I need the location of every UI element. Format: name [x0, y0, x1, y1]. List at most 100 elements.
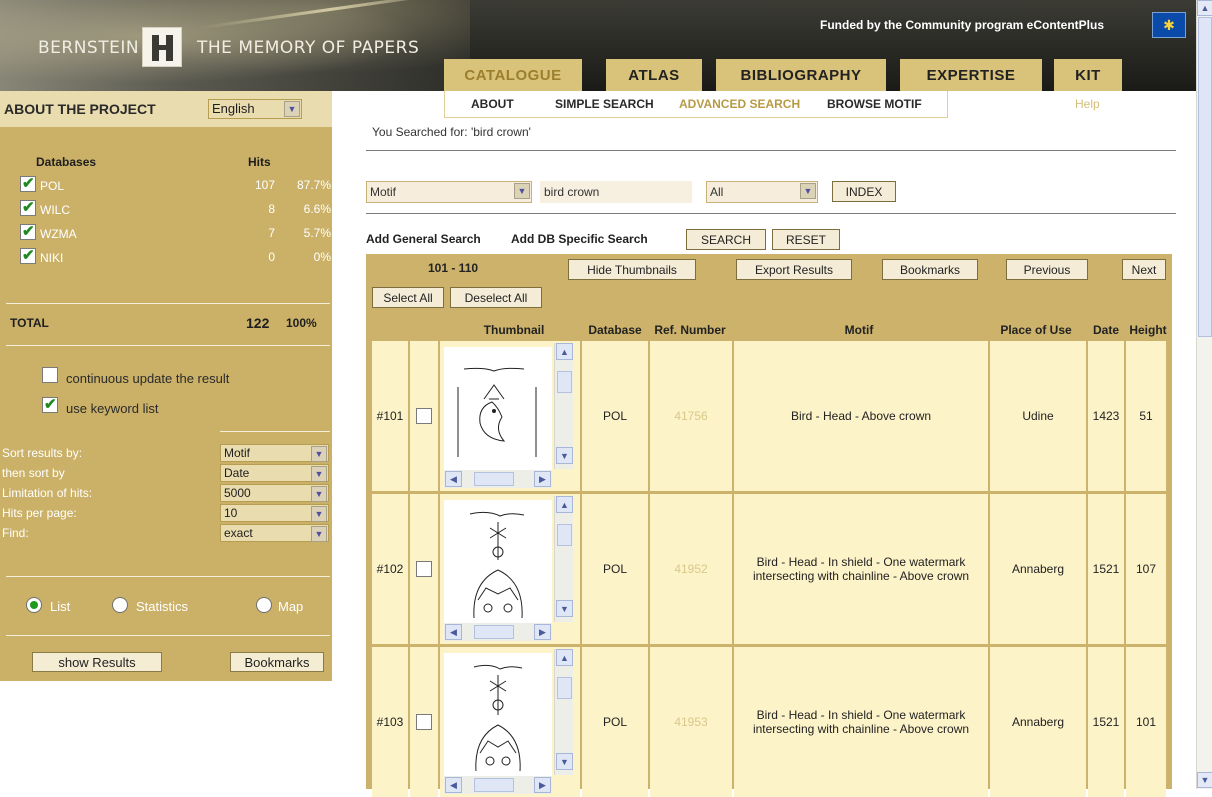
databases-header: Databases [36, 155, 97, 169]
thumbnail-vscrollbar[interactable]: ▲ ▼ [554, 649, 573, 775]
ref-number-link[interactable]: 41953 [650, 647, 732, 797]
thumbnail-hscrollbar[interactable]: ◀ ▶ [444, 776, 552, 794]
watermark-thumbnail[interactable] [444, 653, 552, 779]
scroll-down-icon[interactable]: ▼ [556, 753, 573, 770]
scroll-left-icon[interactable]: ◀ [445, 471, 462, 487]
scroll-up-icon[interactable]: ▲ [556, 496, 573, 513]
row-checkbox[interactable] [416, 714, 432, 730]
scroll-up-icon[interactable]: ▲ [556, 343, 573, 360]
select-all-button[interactable]: Select All [372, 287, 444, 308]
index-button[interactable]: INDEX [832, 181, 896, 202]
chevron-down-icon[interactable]: ▼ [311, 466, 327, 482]
subnav-simple-search[interactable]: SIMPLE SEARCH [555, 97, 654, 111]
scroll-thumb[interactable] [1198, 17, 1212, 337]
row-checkbox[interactable] [416, 408, 432, 424]
results-bookmarks-button[interactable]: Bookmarks [882, 259, 978, 280]
search-query-input[interactable]: bird crown [540, 181, 692, 203]
thumbnail-vscrollbar[interactable]: ▲ ▼ [554, 343, 573, 469]
scroll-thumb[interactable] [557, 677, 572, 699]
subnav-advanced-search[interactable]: ADVANCED SEARCH [679, 97, 800, 111]
about-project-link[interactable]: ABOUT THE PROJECT [4, 101, 156, 117]
database-checkbox[interactable] [20, 174, 36, 192]
nav-tab-bibliography[interactable]: BIBLIOGRAPHY [716, 59, 886, 91]
ref-number-link[interactable]: 41756 [650, 341, 732, 491]
show-results-button[interactable]: show Results [32, 652, 162, 672]
search-button[interactable]: SEARCH [686, 229, 766, 250]
continuous-update-checkbox[interactable] [42, 367, 58, 383]
col-database[interactable]: Database [582, 323, 648, 337]
col-height[interactable]: Height [1124, 323, 1172, 337]
view-map-radio[interactable] [256, 597, 272, 613]
ref-number-link[interactable]: 41952 [650, 494, 732, 644]
chevron-down-icon[interactable]: ▼ [800, 183, 816, 199]
scroll-thumb[interactable] [557, 524, 572, 546]
total-percent: 100% [286, 316, 317, 330]
scroll-down-icon[interactable]: ▼ [1197, 772, 1212, 788]
sidebar-bookmarks-button[interactable]: Bookmarks [230, 652, 324, 672]
subnav-about[interactable]: ABOUT [471, 97, 514, 111]
subnav-browse-motif[interactable]: BROWSE MOTIF [827, 97, 922, 111]
row-checkbox[interactable] [416, 561, 432, 577]
chevron-down-icon[interactable]: ▼ [284, 101, 300, 117]
sort-by-select[interactable]: Motif ▼ [220, 444, 329, 462]
search-scope-select[interactable]: All ▼ [706, 181, 818, 203]
scroll-up-icon[interactable]: ▲ [1197, 0, 1212, 16]
scroll-thumb[interactable] [474, 778, 514, 792]
export-results-button[interactable]: Export Results [736, 259, 852, 280]
hits-per-page-select[interactable]: 10 ▼ [220, 504, 329, 522]
language-value: English [212, 101, 255, 116]
deselect-all-button[interactable]: Deselect All [450, 287, 542, 308]
help-link[interactable]: Help [1075, 97, 1100, 111]
database-checkbox[interactable] [20, 222, 36, 240]
col-place-of-use[interactable]: Place of Use [986, 323, 1086, 337]
view-list-radio[interactable] [26, 597, 42, 613]
limitation-select[interactable]: 5000 ▼ [220, 484, 329, 502]
scroll-down-icon[interactable]: ▼ [556, 447, 573, 464]
previous-page-button[interactable]: Previous [1006, 259, 1088, 280]
thumbnail-hscrollbar[interactable]: ◀ ▶ [444, 623, 552, 641]
add-db-search-link[interactable]: Add DB Specific Search [511, 232, 648, 246]
col-thumbnail[interactable]: Thumbnail [474, 323, 554, 337]
scroll-up-icon[interactable]: ▲ [556, 649, 573, 666]
col-date[interactable]: Date [1086, 323, 1126, 337]
nav-tab-atlas[interactable]: ATLAS [606, 59, 702, 91]
chevron-down-icon[interactable]: ▼ [514, 183, 530, 199]
thumbnail-vscrollbar[interactable]: ▲ ▼ [554, 496, 573, 622]
page-scrollbar[interactable]: ▲ ▼ [1196, 0, 1212, 789]
thumbnail-hscrollbar[interactable]: ◀ ▶ [444, 470, 552, 488]
watermark-thumbnail[interactable] [444, 500, 552, 626]
scroll-right-icon[interactable]: ▶ [534, 777, 551, 793]
next-page-button[interactable]: Next [1122, 259, 1166, 280]
scroll-left-icon[interactable]: ◀ [445, 777, 462, 793]
scroll-right-icon[interactable]: ▶ [534, 624, 551, 640]
add-general-search-link[interactable]: Add General Search [366, 232, 481, 246]
col-ref-number[interactable]: Ref. Number [648, 323, 732, 337]
brand-name-left: BERNSTEIN [38, 38, 140, 58]
then-sort-select[interactable]: Date ▼ [220, 464, 329, 482]
chevron-down-icon[interactable]: ▼ [311, 526, 327, 542]
keyword-list-checkbox[interactable] [42, 395, 58, 413]
language-select[interactable]: English ▼ [208, 99, 302, 119]
scroll-down-icon[interactable]: ▼ [556, 600, 573, 617]
chevron-down-icon[interactable]: ▼ [311, 486, 327, 502]
nav-tab-expertise[interactable]: EXPERTISE [900, 59, 1042, 91]
search-field-select[interactable]: Motif ▼ [366, 181, 532, 203]
nav-tab-kit[interactable]: KIT [1054, 59, 1122, 91]
chevron-down-icon[interactable]: ▼ [311, 506, 327, 522]
hide-thumbnails-button[interactable]: Hide Thumbnails [568, 259, 696, 280]
watermark-thumbnail[interactable] [444, 347, 552, 473]
find-select[interactable]: exact ▼ [220, 524, 329, 542]
database-checkbox[interactable] [20, 198, 36, 216]
scroll-thumb[interactable] [474, 625, 514, 639]
scroll-thumb[interactable] [474, 472, 514, 486]
view-statistics-radio[interactable] [112, 597, 128, 613]
col-motif[interactable]: Motif [732, 323, 986, 337]
database-checkbox[interactable] [20, 246, 36, 264]
reset-button[interactable]: RESET [772, 229, 840, 250]
chevron-down-icon[interactable]: ▼ [311, 446, 327, 462]
scroll-right-icon[interactable]: ▶ [534, 471, 551, 487]
scroll-left-icon[interactable]: ◀ [445, 624, 462, 640]
brand-name-right: THE MEMORY OF PAPERS [197, 38, 420, 58]
nav-tab-catalogue[interactable]: CATALOGUE [444, 59, 582, 91]
scroll-thumb[interactable] [557, 371, 572, 393]
